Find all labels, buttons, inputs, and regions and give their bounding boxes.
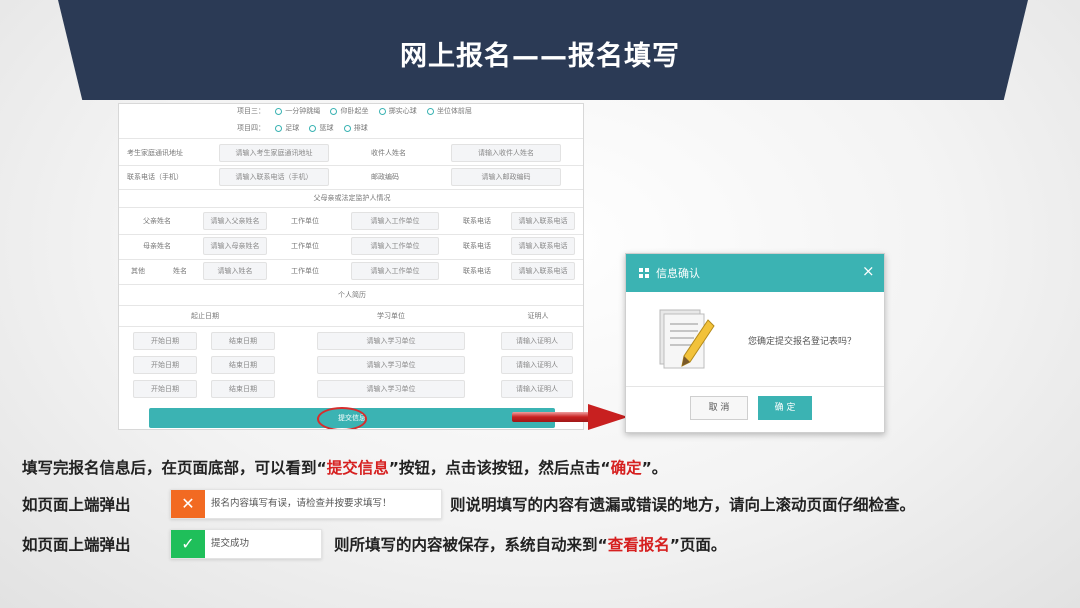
phone-input[interactable]: 请输入联系电话 <box>511 262 575 280</box>
radio-row: 项目四： 足球 篮球 排球 <box>237 124 368 132</box>
phone-input[interactable]: 请输入联系电话 <box>511 212 575 230</box>
field-label: 联系电话 <box>463 242 491 250</box>
document-pencil-icon <box>659 309 715 369</box>
field-label: 工作单位 <box>291 242 319 250</box>
radio-icon[interactable] <box>426 107 434 115</box>
school-input[interactable]: 请输入学习单位 <box>317 380 465 398</box>
section-title: 父母亲或法定监护人情况 <box>313 194 391 202</box>
field-label: 联系电话 <box>463 217 491 225</box>
field-label: 其他 <box>131 267 145 275</box>
witness-input[interactable]: 请输入证明人 <box>501 332 573 350</box>
field-label: 联系电话 <box>463 267 491 275</box>
school-input[interactable]: 请输入学习单位 <box>317 356 465 374</box>
address-input[interactable]: 请输入考生家庭通讯地址 <box>219 144 329 162</box>
school-input[interactable]: 请输入学习单位 <box>317 332 465 350</box>
field-label: 考生家庭通讯地址 <box>127 149 183 157</box>
other-name-input[interactable]: 请输入姓名 <box>203 262 267 280</box>
start-date-input[interactable]: 开始日期 <box>133 332 197 350</box>
success-toast: ✓ 提交成功 <box>170 529 322 559</box>
toast-message: 报名内容填写有误，请检查并按要求填写！ <box>211 498 392 509</box>
confirm-button[interactable]: 确 定 <box>758 396 812 420</box>
highlight-circle <box>317 407 367 429</box>
dialog-message: 您确定提交报名登记表吗？ <box>748 337 857 347</box>
work-input[interactable]: 请输入工作单位 <box>351 237 439 255</box>
instruction-line-2-tail: 则说明填写的内容有遗漏或错误的地方，请向上滚动页面仔细检查。 <box>450 496 916 514</box>
section-title: 个人简历 <box>338 291 366 299</box>
column-header: 证明人 <box>527 312 549 320</box>
arrow-icon <box>512 412 592 422</box>
postcode-input[interactable]: 请输入邮政编码 <box>451 168 561 186</box>
work-input[interactable]: 请输入工作单位 <box>351 262 439 280</box>
radio-icon[interactable] <box>275 124 283 132</box>
start-date-input[interactable]: 开始日期 <box>133 356 197 374</box>
witness-input[interactable]: 请输入证明人 <box>501 356 573 374</box>
field-label: 母亲姓名 <box>143 242 171 250</box>
work-input[interactable]: 请输入工作单位 <box>351 212 439 230</box>
field-label: 邮政编码 <box>371 173 399 181</box>
error-toast: ✕ 报名内容填写有误，请检查并按要求填写！ <box>170 489 442 519</box>
dialog-header: 信息确认 × <box>626 254 884 292</box>
close-icon[interactable]: × <box>862 262 875 280</box>
field-label: 联系电话（手机） <box>127 173 183 181</box>
registration-form-screenshot: 项目三： 一分钟跳绳 仰卧起坐 掷实心球 坐位体前屈 项目四： 足球 篮球 排球… <box>118 103 584 430</box>
column-header: 学习单位 <box>377 312 405 320</box>
field-label: 工作单位 <box>291 217 319 225</box>
dialog-title: 信息确认 <box>656 267 700 280</box>
divider <box>119 207 583 208</box>
witness-input[interactable]: 请输入证明人 <box>501 380 573 398</box>
divider <box>119 165 583 166</box>
radio-icon[interactable] <box>275 107 283 115</box>
arrow-head-icon <box>588 404 628 430</box>
grid-icon <box>639 268 650 279</box>
radio-icon[interactable] <box>330 107 338 115</box>
start-date-input[interactable]: 开始日期 <box>133 380 197 398</box>
radio-icon[interactable] <box>378 107 386 115</box>
radio-row: 项目三： 一分钟跳绳 仰卧起坐 掷实心球 坐位体前屈 <box>237 107 472 115</box>
divider <box>119 284 583 285</box>
page-title: 网上报名——报名填写 <box>400 41 680 72</box>
field-label: 工作单位 <box>291 267 319 275</box>
recipient-input[interactable]: 请输入收件人姓名 <box>451 144 561 162</box>
divider <box>119 326 583 327</box>
confirm-dialog: 信息确认 × 您确定提交报名登记表吗？ 取 消 确 定 <box>625 253 885 433</box>
instruction-line-3: 如页面上端弹出 <box>22 536 131 554</box>
divider <box>626 386 884 387</box>
end-date-input[interactable]: 结束日期 <box>211 356 275 374</box>
column-header: 起止日期 <box>191 312 219 320</box>
divider <box>119 234 583 235</box>
instruction-line-2: 如页面上端弹出 <box>22 496 131 514</box>
radio-icon[interactable] <box>343 124 351 132</box>
instruction-line-3-tail: 则所填写的内容被保存，系统自动来到“查看报名”页面。 <box>334 536 727 554</box>
checkmark-icon: ✓ <box>171 530 205 558</box>
father-name-input[interactable]: 请输入父亲姓名 <box>203 212 267 230</box>
divider <box>119 138 583 139</box>
close-icon: ✕ <box>171 490 205 518</box>
toast-message: 提交成功 <box>211 538 250 549</box>
cancel-button[interactable]: 取 消 <box>690 396 748 420</box>
phone-input[interactable]: 请输入联系电话 <box>511 237 575 255</box>
phone-input[interactable]: 请输入联系电话（手机） <box>219 168 329 186</box>
end-date-input[interactable]: 结束日期 <box>211 380 275 398</box>
field-label: 姓名 <box>173 267 187 275</box>
instruction-line-1: 填写完报名信息后，在页面底部，可以看到“提交信息”按钮，点击该按钮，然后点击“确… <box>22 459 668 477</box>
divider <box>119 259 583 260</box>
radio-icon[interactable] <box>309 124 317 132</box>
field-label: 父亲姓名 <box>143 217 171 225</box>
field-label: 收件人姓名 <box>371 149 406 157</box>
mother-name-input[interactable]: 请输入母亲姓名 <box>203 237 267 255</box>
end-date-input[interactable]: 结束日期 <box>211 332 275 350</box>
divider <box>119 305 583 306</box>
